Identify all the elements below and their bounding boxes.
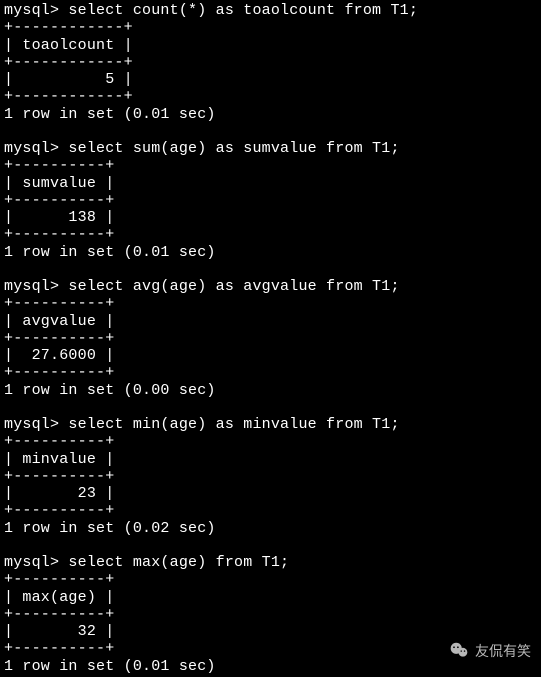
mysql-terminal[interactable]: mysql> select count(*) as toaolcount fro…	[0, 0, 541, 677]
